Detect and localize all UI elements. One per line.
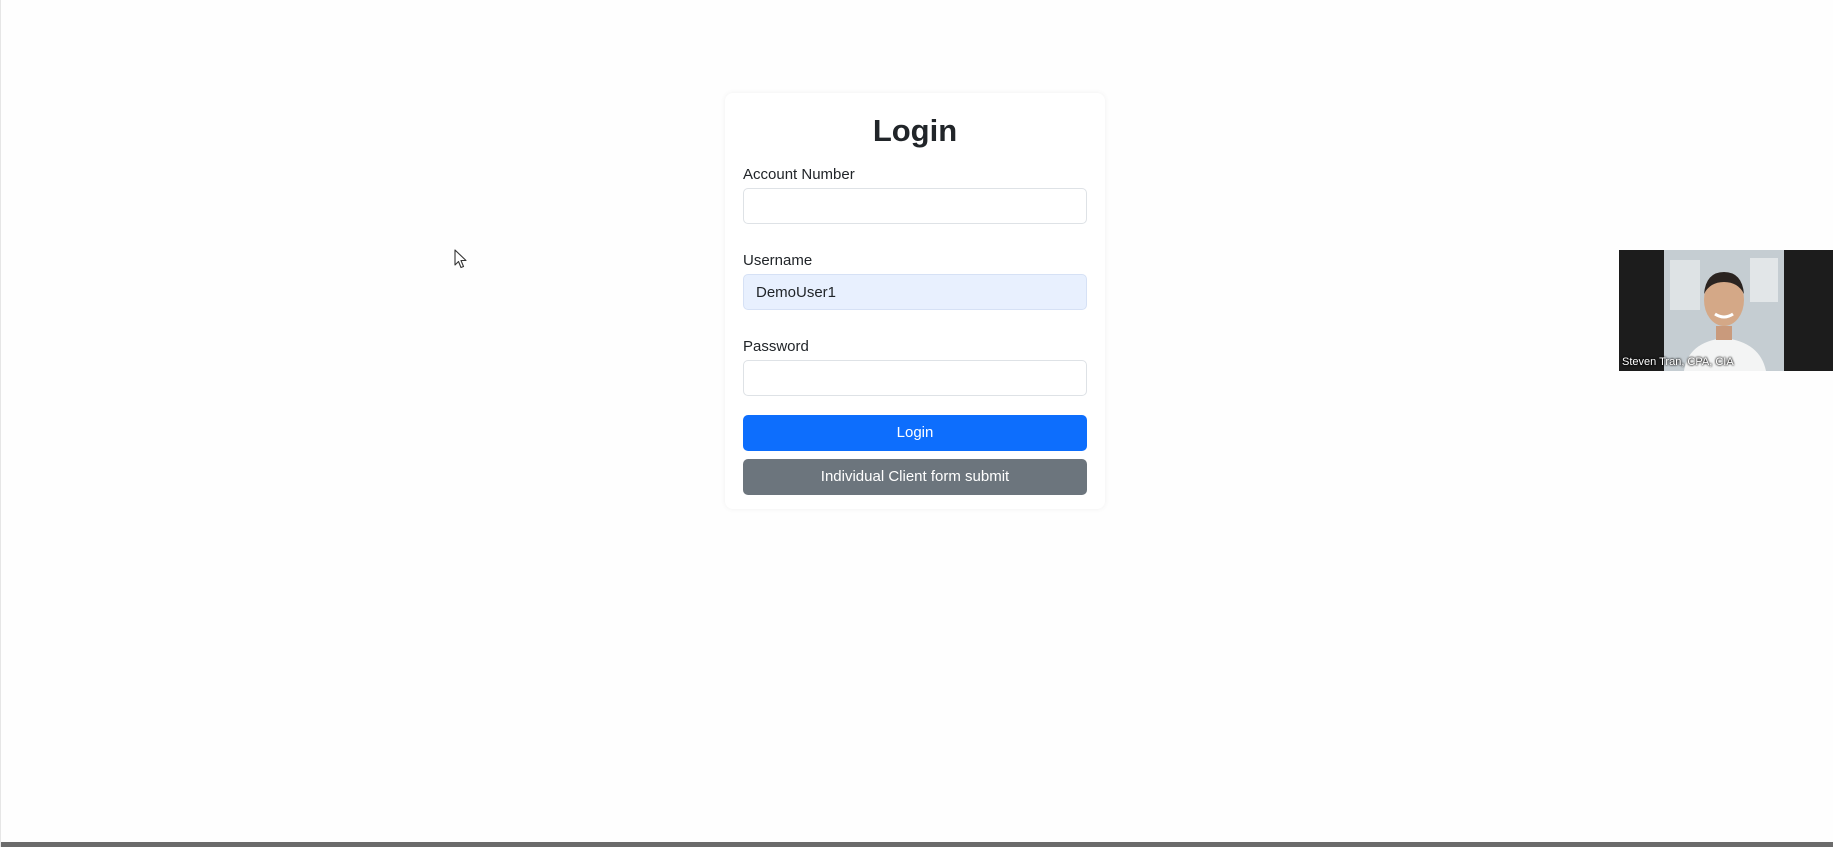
login-card: Login Account Number Username Password L… [725, 93, 1105, 509]
participant-name-label: Steven Tran, CPA, CIA [1622, 356, 1734, 368]
client-form-submit-button[interactable]: Individual Client form submit [743, 459, 1087, 495]
account-number-input[interactable] [743, 188, 1087, 224]
page-viewport: Login Account Number Username Password L… [0, 0, 1833, 847]
participant-video-feed [1664, 250, 1784, 371]
username-label: Username [743, 252, 813, 269]
participant-silhouette-icon [1664, 250, 1784, 371]
username-input[interactable] [743, 274, 1087, 310]
bottom-edge-bar [1, 842, 1833, 847]
account-number-label: Account Number [743, 166, 855, 183]
mouse-pointer-icon [454, 249, 467, 269]
login-button[interactable]: Login [743, 415, 1087, 451]
video-participant-tile[interactable]: Steven Tran, CPA, CIA [1619, 250, 1833, 371]
password-label: Password [743, 338, 809, 355]
page-title: Login [872, 113, 958, 148]
password-input[interactable] [743, 360, 1087, 396]
